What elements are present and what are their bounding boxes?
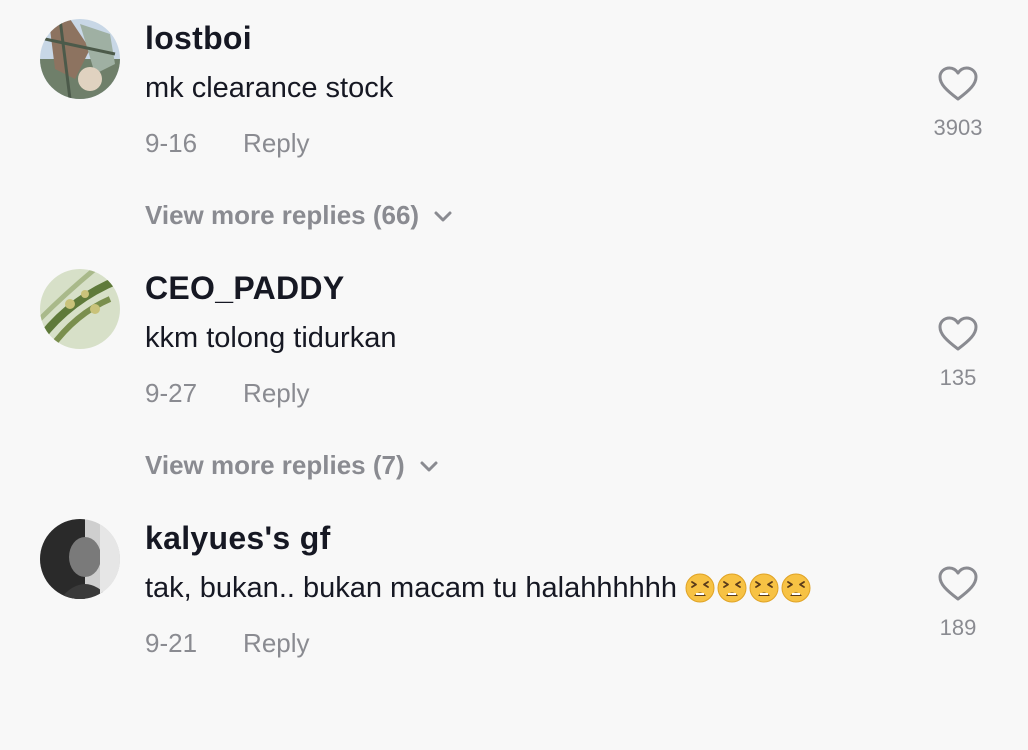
like-button[interactable]: 135 [918, 316, 998, 391]
avatar-image [40, 19, 120, 99]
comment-meta: 9-27 Reply [145, 378, 310, 409]
view-more-replies-button[interactable]: View more replies (7) [145, 450, 439, 481]
username[interactable]: kalyues's gf [145, 520, 331, 557]
tired-face-icon [781, 573, 811, 603]
avatar[interactable] [40, 519, 120, 599]
like-count: 189 [939, 615, 977, 640]
reply-button[interactable]: Reply [243, 128, 309, 158]
avatar-image [40, 519, 120, 599]
tired-face-icon [717, 573, 747, 603]
comment-item: CEO_PADDY kkm tolong tidurkan 9-27 Reply … [0, 250, 1028, 500]
like-count: 135 [939, 365, 977, 390]
comment-text: kkm tolong tidurkan [145, 322, 397, 354]
comment-text-body: tak, bukan.. bukan macam tu halahhhhhh [145, 572, 678, 604]
tired-face-icon [749, 573, 779, 603]
tired-face-icon [685, 573, 715, 603]
like-count: 3903 [933, 115, 983, 140]
reply-button[interactable]: Reply [243, 378, 309, 408]
heart-outline-icon [918, 316, 998, 357]
view-more-replies-label: View more replies (7) [145, 450, 405, 480]
view-more-replies-label: View more replies (66) [145, 200, 420, 230]
comment-text: tak, bukan.. bukan macam tu halahhhhhh [145, 572, 811, 605]
comment-date: 9-27 [145, 378, 198, 408]
avatar[interactable] [40, 19, 120, 99]
comment-meta: 9-16 Reply [145, 128, 310, 159]
heart-outline-icon [918, 566, 998, 607]
username[interactable]: lostboi [145, 20, 252, 57]
view-more-replies-button[interactable]: View more replies (66) [145, 200, 453, 231]
reply-button[interactable]: Reply [243, 628, 309, 658]
like-button[interactable]: 3903 [918, 66, 998, 141]
heart-outline-icon [918, 66, 998, 107]
like-button[interactable]: 189 [918, 566, 998, 641]
comment-date: 9-21 [145, 628, 198, 658]
avatar[interactable] [40, 269, 120, 349]
comment-item: kalyues's gf tak, bukan.. bukan macam tu… [0, 500, 1028, 750]
username[interactable]: CEO_PADDY [145, 270, 344, 307]
comment-text: mk clearance stock [145, 72, 394, 104]
comment-item: lostboi mk clearance stock 9-16 Reply Vie… [0, 0, 1028, 250]
avatar-image [40, 269, 120, 349]
comment-meta: 9-21 Reply [145, 628, 310, 659]
comment-date: 9-16 [145, 128, 198, 158]
chevron-down-icon [419, 450, 439, 481]
chevron-down-icon [433, 200, 453, 231]
emoji-group [685, 573, 811, 603]
